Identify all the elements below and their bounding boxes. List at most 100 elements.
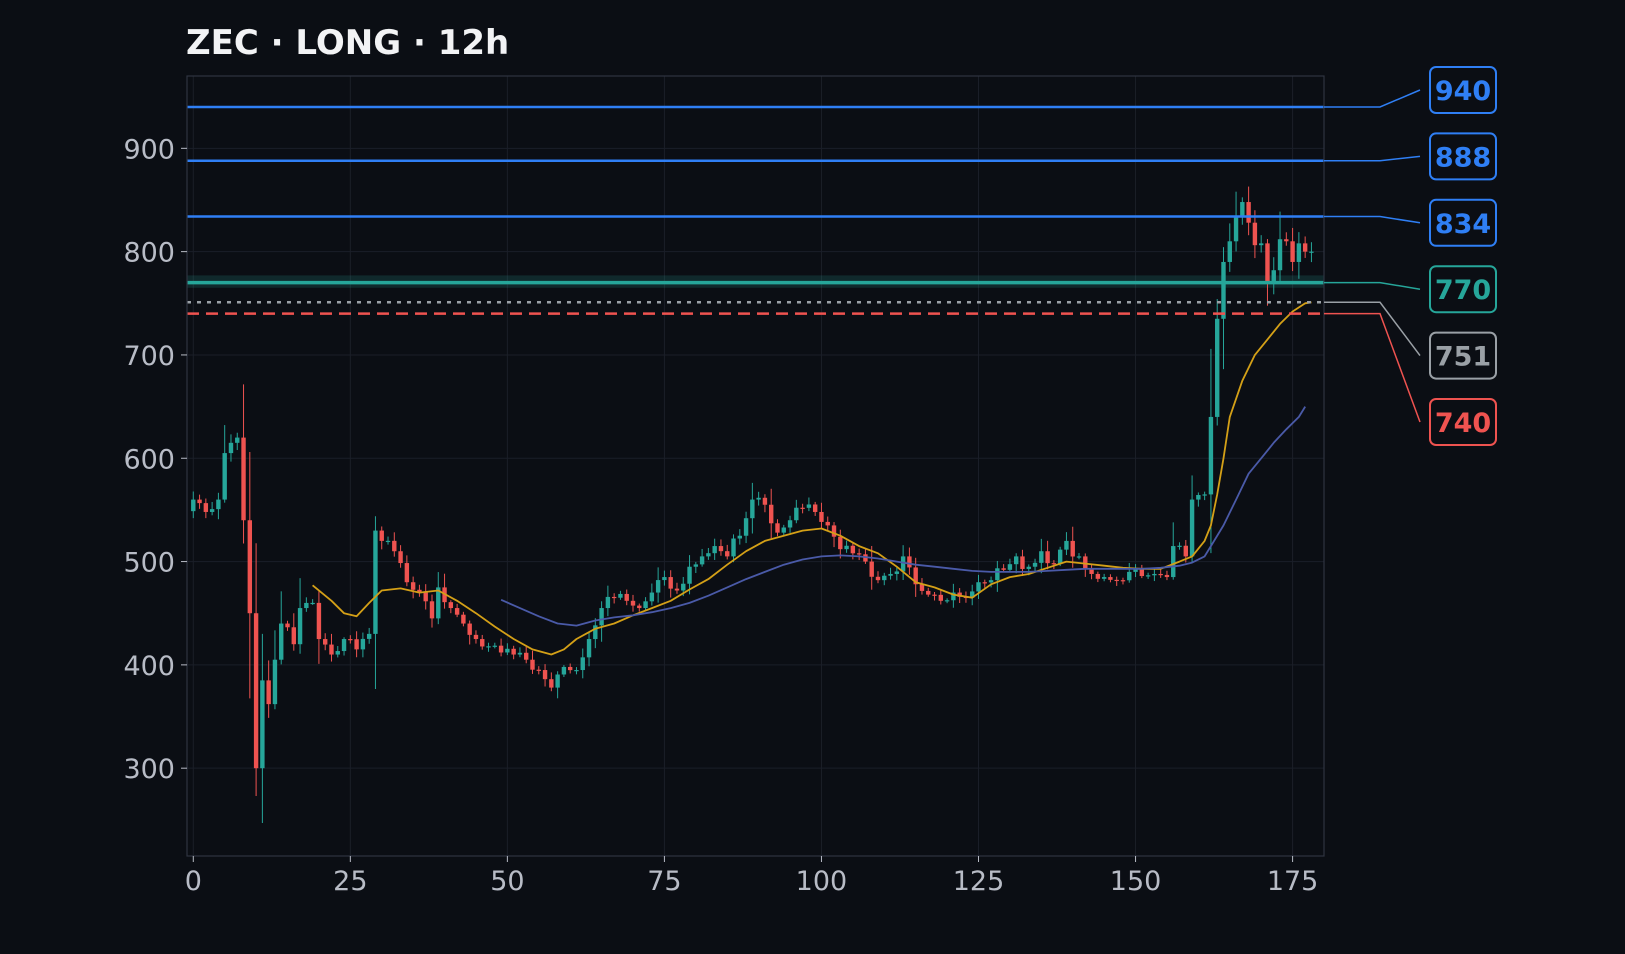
candle-body: [1277, 239, 1283, 271]
y-tick-label: 700: [123, 341, 175, 372]
x-tick-label: 150: [1110, 866, 1162, 897]
candle-body: [203, 503, 209, 512]
candle-body: [718, 546, 724, 552]
candle-body: [819, 511, 824, 522]
candle-body: [354, 639, 359, 650]
candle-body: [505, 648, 510, 653]
level-label-target: 834: [1435, 209, 1491, 240]
candle-body: [241, 437, 246, 521]
candle-body: [423, 592, 428, 602]
candle-body: [492, 645, 498, 647]
candle-body: [1196, 495, 1201, 500]
candle-body: [1026, 566, 1031, 569]
candle-body: [404, 563, 410, 583]
candle-body: [781, 527, 786, 533]
level-label-entry: 751: [1435, 342, 1491, 373]
x-tick-label: 25: [333, 866, 367, 897]
candle-body: [197, 499, 202, 504]
level-label-stop: 740: [1435, 408, 1491, 439]
candle-body: [662, 577, 667, 581]
candle-body: [1258, 243, 1264, 246]
candle-body: [938, 594, 944, 601]
chart-title: ZEC · LONG · 12h: [186, 23, 509, 63]
candle-body: [1120, 580, 1126, 582]
candle-body: [247, 520, 253, 614]
level-label-target: 940: [1435, 76, 1491, 107]
candle-body: [429, 601, 435, 619]
candle-body: [1057, 549, 1063, 564]
candle-body: [624, 593, 629, 601]
candle-body: [392, 540, 397, 552]
candle-body: [605, 596, 611, 609]
candle-body: [235, 437, 240, 443]
x-tick-label: 0: [185, 866, 202, 897]
candle-body: [511, 648, 516, 655]
candle-body: [756, 497, 761, 500]
candle-body: [454, 608, 460, 615]
candle-body: [304, 602, 309, 609]
candle-body: [1177, 545, 1182, 547]
candle-body: [555, 674, 560, 688]
candle-body: [1309, 251, 1314, 253]
candle-body: [1076, 556, 1082, 558]
candle-body: [856, 553, 862, 555]
candle-body: [260, 680, 265, 769]
candle-body: [1152, 573, 1157, 576]
candle-body: [693, 564, 699, 567]
y-tick-label: 800: [123, 238, 175, 269]
candle-body: [1145, 575, 1151, 577]
candle-body: [385, 540, 391, 543]
candle-body: [279, 623, 284, 660]
candle-body: [1032, 562, 1038, 567]
candle-body: [316, 602, 322, 640]
candle-body: [1007, 564, 1013, 570]
candle-body: [750, 499, 755, 519]
candle-body: [341, 639, 347, 652]
candle-body: [530, 659, 535, 670]
candle-body: [806, 504, 812, 508]
candle-body: [228, 442, 234, 454]
candle-body: [335, 651, 340, 655]
y-tick-label: 500: [123, 548, 175, 579]
candle-body: [982, 582, 987, 584]
candle-body: [323, 639, 328, 645]
candle-body: [1171, 546, 1176, 578]
candle-body: [1158, 573, 1163, 576]
y-tick-label: 400: [123, 651, 175, 682]
candle-body: [825, 521, 830, 526]
candle-body: [524, 652, 529, 660]
candle-body: [373, 530, 378, 634]
candle-body: [329, 644, 334, 655]
candle-body: [668, 577, 673, 589]
candle-body: [1108, 577, 1113, 580]
candle-body: [1070, 540, 1075, 557]
candle-body: [360, 638, 366, 650]
x-tick-label: 75: [647, 866, 681, 897]
candle-body: [725, 551, 730, 557]
level-label-target: 888: [1435, 142, 1491, 173]
candle-body: [536, 669, 541, 671]
candle-body: [467, 623, 472, 635]
candle-body: [630, 600, 636, 606]
y-tick-label: 600: [123, 444, 175, 475]
candle-body: [681, 583, 686, 591]
candle-body: [618, 593, 623, 598]
candle-body: [1051, 563, 1057, 565]
candle-body: [743, 518, 749, 536]
candle-body: [944, 600, 950, 602]
candle-body: [549, 679, 554, 688]
candle-body: [699, 556, 705, 565]
candle-body: [1133, 569, 1138, 572]
candle-body: [787, 520, 793, 528]
candle-body: [888, 573, 893, 576]
candle-body: [775, 523, 780, 533]
candle-body: [1095, 573, 1101, 579]
candle-body: [1252, 222, 1258, 246]
candle-body: [1233, 216, 1239, 242]
candle-body: [926, 590, 931, 595]
candle-body: [366, 633, 372, 639]
candle-body: [1227, 241, 1232, 262]
candle-body: [448, 602, 454, 609]
candle-body: [1296, 243, 1302, 262]
candle-body: [291, 627, 296, 645]
